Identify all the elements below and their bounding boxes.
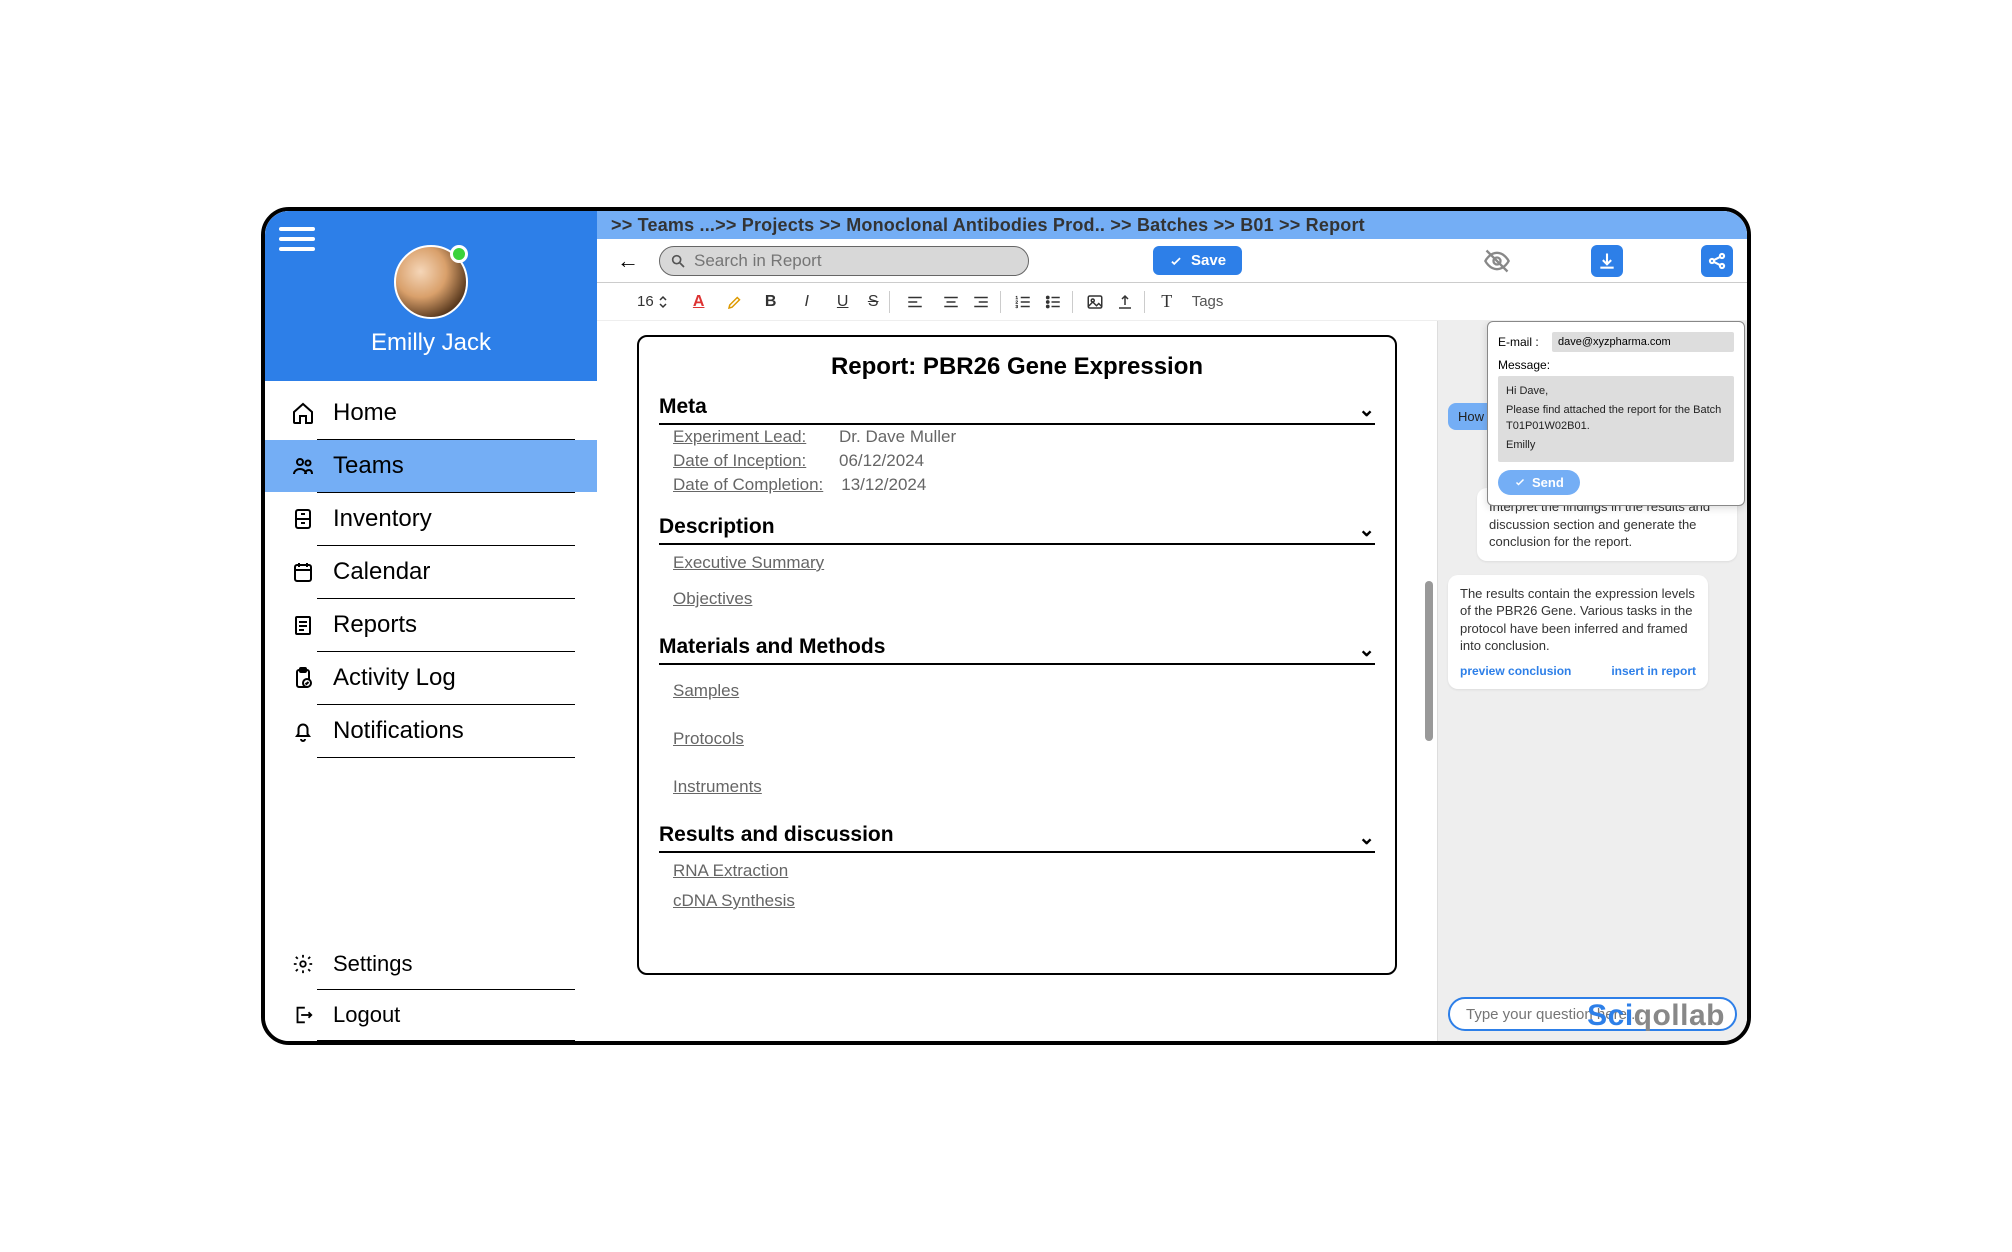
section-results: Results and discussion ⌄ <box>659 823 1375 853</box>
sidebar-item-label: Inventory <box>333 505 432 533</box>
sidebar-item-teams[interactable]: Teams <box>265 440 597 492</box>
subsection-link[interactable]: Samples <box>659 665 1375 709</box>
toolbar: ← Save <box>597 239 1747 283</box>
breadcrumb[interactable]: >> Teams ...>> Projects >> Monoclonal An… <box>597 211 1747 239</box>
user-name: Emilly Jack <box>371 329 491 357</box>
report-title: Report: PBR26 Gene Expression <box>659 353 1375 381</box>
sidebar: Emilly Jack Home Teams Inventory Calenda… <box>265 211 597 1041</box>
numbered-list-icon[interactable]: 123 <box>1008 288 1038 316</box>
document-panel: Report: PBR26 Gene Expression Meta ⌄ Exp… <box>597 321 1437 1041</box>
send-button[interactable]: Send <box>1498 470 1580 495</box>
search-box[interactable] <box>659 246 1029 276</box>
subsection-link[interactable]: cDNA Synthesis <box>659 889 1375 919</box>
sidebar-item-label: Reports <box>333 611 417 639</box>
sidebar-item-logout[interactable]: Logout <box>265 990 597 1040</box>
chat-bubble-assistant: The results contain the expression level… <box>1448 575 1708 689</box>
subsection-link[interactable]: Protocols <box>659 709 1375 757</box>
bold-icon[interactable]: B <box>756 288 786 316</box>
home-icon <box>289 401 317 425</box>
chevron-down-icon[interactable]: ⌄ <box>1358 397 1375 422</box>
users-icon <box>289 454 317 478</box>
save-button[interactable]: Save <box>1153 246 1242 275</box>
tags-label[interactable]: Tags <box>1192 293 1224 310</box>
insert-in-report-link[interactable]: insert in report <box>1611 663 1696 679</box>
sidebar-item-home[interactable]: Home <box>265 387 597 439</box>
underline-icon[interactable]: U <box>828 288 858 316</box>
scrollbar-thumb[interactable] <box>1425 581 1433 741</box>
sidebar-item-label: Calendar <box>333 558 430 586</box>
sidebar-item-label: Settings <box>333 951 413 977</box>
report-document: Report: PBR26 Gene Expression Meta ⌄ Exp… <box>637 335 1397 975</box>
subsection-link[interactable]: RNA Extraction <box>659 853 1375 889</box>
section-description: Description ⌄ <box>659 515 1375 545</box>
subsection-link[interactable]: Objectives <box>659 581 1375 617</box>
bottom-nav: Settings Logout <box>265 939 597 1041</box>
search-input[interactable] <box>694 251 1018 271</box>
status-online-icon <box>450 245 468 263</box>
font-size-stepper[interactable]: 16 <box>637 293 668 310</box>
sidebar-item-label: Notifications <box>333 717 464 745</box>
main: >> Teams ...>> Projects >> Monoclonal An… <box>597 211 1747 1041</box>
format-bar: 16 A B I U S 123 T Tags <box>597 283 1747 321</box>
check-icon <box>1169 254 1183 268</box>
sidebar-item-activity-log[interactable]: Activity Log <box>265 652 597 704</box>
chevron-down-icon[interactable]: ⌄ <box>1358 637 1375 662</box>
align-center-icon[interactable] <box>936 288 966 316</box>
sidebar-item-reports[interactable]: Reports <box>265 599 597 651</box>
sidebar-item-label: Home <box>333 399 397 427</box>
cabinet-icon <box>289 507 317 531</box>
message-field[interactable]: Hi Dave, Please find attached the report… <box>1498 376 1734 462</box>
bullet-list-icon[interactable] <box>1044 288 1074 316</box>
download-icon[interactable] <box>1591 245 1623 277</box>
sidebar-item-label: Teams <box>333 452 404 480</box>
section-meta: Meta ⌄ <box>659 395 1375 425</box>
brand-logo: Sciqollab <box>1587 999 1725 1033</box>
chevron-down-icon[interactable]: ⌄ <box>1358 825 1375 850</box>
bell-icon <box>289 719 317 743</box>
sidebar-header: Emilly Jack <box>265 211 597 381</box>
sidebar-item-label: Activity Log <box>333 664 456 692</box>
gear-icon <box>289 953 317 975</box>
align-left-icon[interactable] <box>900 288 930 316</box>
sidebar-item-label: Logout <box>333 1002 400 1028</box>
share-popover: E-mail : Message: Hi Dave, Please find a… <box>1487 321 1745 506</box>
preview-conclusion-link[interactable]: preview conclusion <box>1460 663 1571 679</box>
section-materials: Materials and Methods ⌄ <box>659 635 1375 665</box>
sidebar-item-notifications[interactable]: Notifications <box>265 705 597 757</box>
check-icon <box>1514 476 1526 488</box>
subsection-link[interactable]: Instruments <box>659 757 1375 805</box>
reports-icon <box>289 613 317 637</box>
search-icon <box>670 253 686 269</box>
svg-text:3: 3 <box>1015 304 1018 309</box>
avatar[interactable] <box>394 245 468 319</box>
visibility-off-icon[interactable] <box>1481 245 1513 277</box>
chevron-down-icon[interactable]: ⌄ <box>1358 517 1375 542</box>
text-color-icon[interactable]: A <box>684 288 714 316</box>
share-icon[interactable] <box>1701 245 1733 277</box>
clipboard-icon <box>289 666 317 690</box>
assistant-panel: How c Interpret the findings in the resu… <box>1437 321 1747 1041</box>
logout-icon <box>289 1004 317 1026</box>
calendar-icon <box>289 560 317 584</box>
align-right-icon[interactable] <box>972 288 1002 316</box>
sidebar-item-settings[interactable]: Settings <box>265 939 597 989</box>
highlight-icon[interactable] <box>720 288 750 316</box>
nav: Home Teams Inventory Calendar Reports Ac… <box>265 381 597 939</box>
sidebar-item-calendar[interactable]: Calendar <box>265 546 597 598</box>
hamburger-menu-icon[interactable] <box>279 221 315 257</box>
upload-icon[interactable] <box>1116 288 1146 316</box>
sidebar-item-inventory[interactable]: Inventory <box>265 493 597 545</box>
email-field[interactable] <box>1552 332 1734 352</box>
italic-icon[interactable]: I <box>792 288 822 316</box>
image-icon[interactable] <box>1080 288 1110 316</box>
text-tool-icon[interactable]: T <box>1152 288 1182 316</box>
strikethrough-icon[interactable]: S <box>864 288 894 316</box>
back-arrow-icon[interactable]: ← <box>611 248 645 274</box>
email-label: E-mail : <box>1498 335 1546 349</box>
subsection-link[interactable]: Executive Summary <box>659 545 1375 581</box>
message-label: Message: <box>1498 358 1734 372</box>
